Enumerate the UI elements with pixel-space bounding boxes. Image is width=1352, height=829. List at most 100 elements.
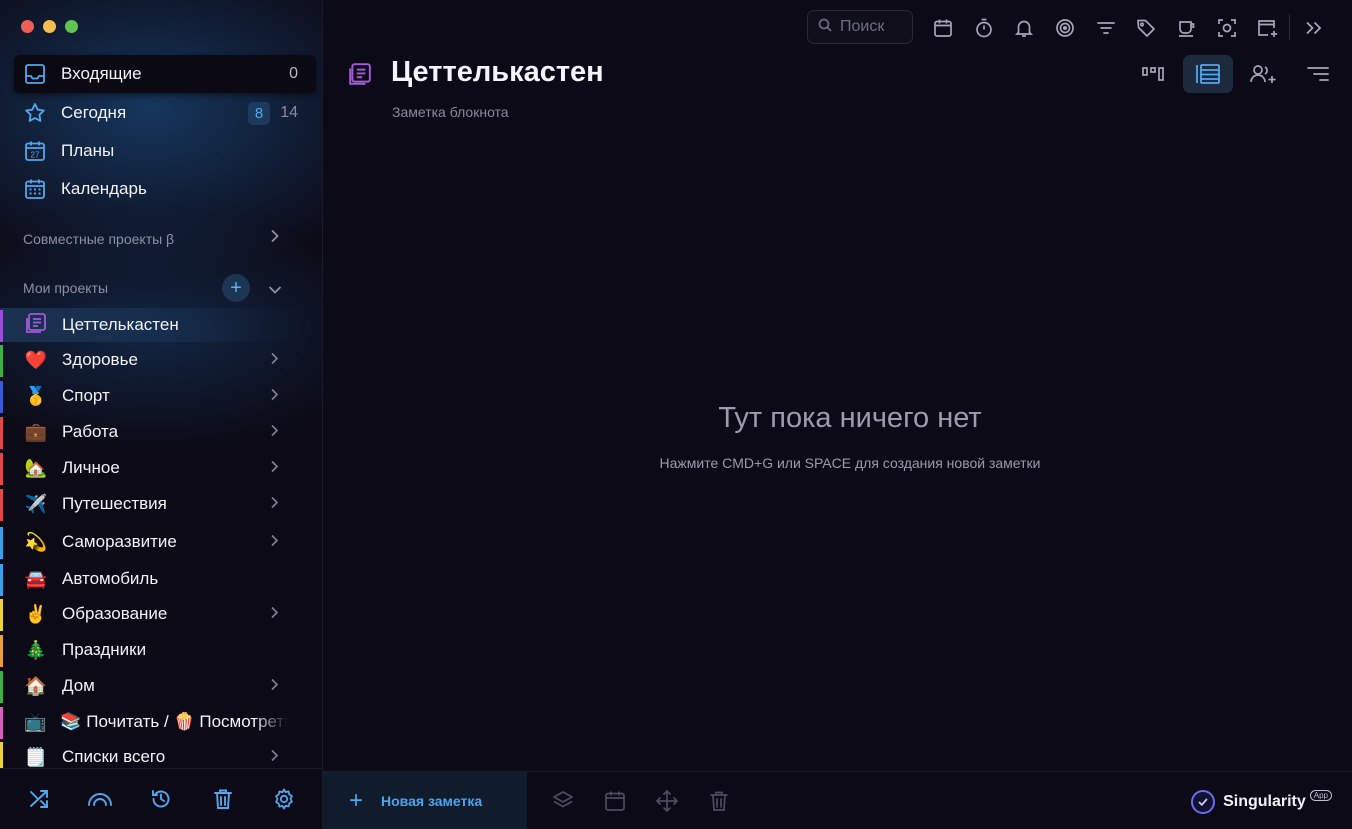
sort-icon[interactable] <box>1293 55 1343 93</box>
project-label: Списки всего <box>62 747 166 766</box>
plus-icon: + <box>349 787 364 814</box>
list-view-icon[interactable] <box>1183 55 1233 93</box>
project-emoji: 🏠 <box>24 675 48 696</box>
chevron-right-icon[interactable] <box>270 460 279 477</box>
project-color-bar <box>0 564 3 596</box>
chevron-right-icon[interactable] <box>270 606 279 623</box>
sidebar: Входящие 0 Сегодня 8 14 27 Планы Календа… <box>0 0 323 829</box>
nav-count: 0 <box>289 65 298 82</box>
move-icon[interactable] <box>652 786 682 816</box>
project-item[interactable]: ✌️ Образование <box>0 597 300 631</box>
timer-icon[interactable] <box>964 14 1005 42</box>
notebook-icon <box>24 312 48 339</box>
cup-icon[interactable] <box>1167 14 1208 42</box>
double-chevron-right-icon[interactable] <box>1300 14 1328 42</box>
main-footer: + Новая заметка Singularity App <box>323 771 1352 829</box>
chevron-right-icon[interactable] <box>270 749 279 766</box>
project-label: Здоровье <box>62 350 138 369</box>
add-project-button[interactable]: + <box>222 274 250 302</box>
project-color-bar <box>0 599 3 631</box>
trash-icon[interactable] <box>704 786 734 816</box>
chevron-right-icon[interactable] <box>270 424 279 441</box>
chevron-right-icon[interactable] <box>270 496 279 513</box>
focus-icon[interactable] <box>1207 14 1248 42</box>
project-item[interactable]: 📺 📚 Почитать / 🍿 Посмотреть <box>0 705 288 739</box>
project-emoji: 🎄 <box>24 639 48 660</box>
project-label: Цеттелькастен <box>62 315 179 334</box>
project-label: Спорт <box>62 386 110 405</box>
nav-plans[interactable]: 27 Планы <box>14 132 316 170</box>
page-subtitle: Заметка блокнота <box>392 104 509 120</box>
project-item[interactable]: 🏠 Дом <box>0 669 300 703</box>
signal-arc-icon[interactable] <box>85 784 115 814</box>
new-note-button[interactable]: + Новая заметка <box>323 772 527 829</box>
page-title: Цеттелькастен <box>391 56 604 88</box>
settings-gear-icon[interactable] <box>269 784 299 814</box>
project-item[interactable]: ✈️ Путешествия <box>0 487 300 521</box>
new-note-label: Новая заметка <box>381 793 483 809</box>
bell-icon[interactable] <box>1004 14 1045 42</box>
nav-inbox[interactable]: Входящие 0 <box>14 55 316 93</box>
calendar-icon[interactable] <box>600 786 630 816</box>
project-emoji: 📺 <box>24 711 47 732</box>
zoom-window-button[interactable] <box>65 20 78 33</box>
project-emoji: 🚘 <box>24 568 48 589</box>
nav-label: Планы <box>61 141 115 160</box>
add-window-icon[interactable] <box>1248 14 1289 42</box>
target-icon[interactable] <box>1045 14 1086 42</box>
calendar-icon[interactable] <box>923 14 964 42</box>
empty-state-title: Тут пока ничего нет <box>718 402 982 434</box>
chevron-right-icon[interactable] <box>270 678 279 695</box>
chevron-right-icon[interactable] <box>270 352 279 369</box>
project-label: Автомобиль <box>62 569 159 588</box>
nav-calendar[interactable]: Календарь <box>14 170 316 208</box>
project-color-bar <box>0 635 3 667</box>
project-emoji: 💼 <box>24 421 48 442</box>
project-item[interactable]: Цеттелькастен <box>0 308 300 342</box>
chevron-right-icon[interactable] <box>270 388 279 405</box>
shared-projects-label[interactable]: Совместные проекты β <box>23 231 174 247</box>
minimize-window-button[interactable] <box>43 20 56 33</box>
project-color-bar <box>0 527 3 559</box>
trash-icon[interactable] <box>208 784 238 814</box>
nav-label: Сегодня <box>61 103 127 122</box>
project-item[interactable]: ❤️ Здоровье <box>0 343 300 377</box>
board-view-icon[interactable] <box>1128 55 1178 93</box>
my-projects-label: Мои проекты <box>23 280 109 296</box>
project-color-bar <box>0 310 3 342</box>
chevron-down-icon[interactable] <box>268 282 282 300</box>
footer-tools <box>548 786 734 816</box>
svg-text:27: 27 <box>31 151 40 160</box>
project-emoji: 🥇 <box>24 385 48 406</box>
project-color-bar <box>0 345 3 377</box>
today-counts: 8 14 <box>247 101 298 125</box>
project-item[interactable]: 🚘 Автомобиль <box>0 562 300 596</box>
project-item[interactable]: 💫 Саморазвитие <box>0 525 300 559</box>
chevron-right-icon[interactable] <box>270 229 280 248</box>
search-input[interactable]: Поиск <box>807 10 913 44</box>
project-color-bar <box>0 707 3 739</box>
close-window-button[interactable] <box>21 20 34 33</box>
assign-user-icon[interactable] <box>1238 55 1288 93</box>
tag-icon[interactable] <box>1126 14 1167 42</box>
chevron-right-icon[interactable] <box>270 534 279 551</box>
project-emoji: 🏡 <box>24 457 48 478</box>
view-switcher <box>1128 55 1348 93</box>
nav-label: Календарь <box>61 179 147 198</box>
brand-name: Singularity <box>1223 793 1306 810</box>
project-item[interactable]: 🎄 Праздники <box>0 633 300 667</box>
project-item[interactable]: 🥇 Спорт <box>0 379 300 413</box>
project-emoji: ✈️ <box>24 493 48 514</box>
notebook-icon <box>348 62 372 91</box>
brand-tag: App <box>1309 789 1332 801</box>
project-item[interactable]: 💼 Работа <box>0 415 300 449</box>
history-icon[interactable] <box>146 784 176 814</box>
project-item[interactable]: 🏡 Личное <box>0 451 300 485</box>
project-emoji: 💫 <box>24 531 48 552</box>
nav-today[interactable]: Сегодня 8 14 <box>14 94 316 132</box>
filter-icon[interactable] <box>1085 14 1126 42</box>
nav-count: 14 <box>280 104 298 121</box>
shuffle-icon[interactable] <box>24 784 54 814</box>
layers-icon[interactable] <box>548 786 578 816</box>
project-label: Праздники <box>62 640 147 659</box>
